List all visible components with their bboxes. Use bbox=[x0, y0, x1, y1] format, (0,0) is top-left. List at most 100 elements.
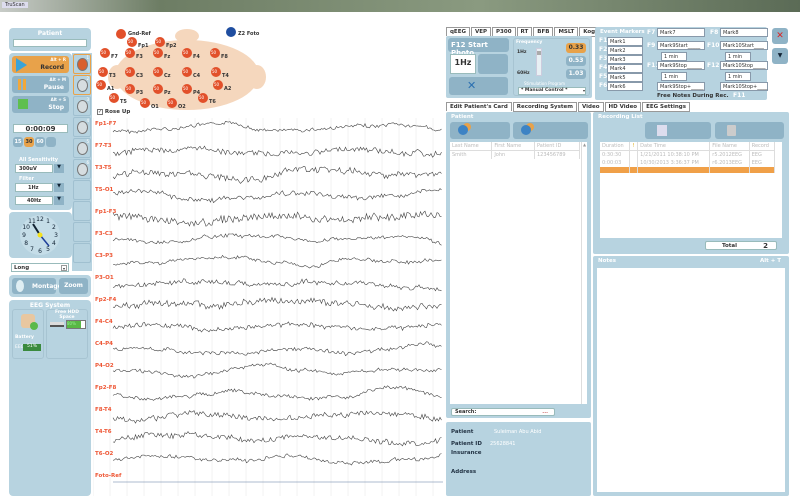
montage-3-button[interactable]: 3 bbox=[73, 96, 91, 116]
montage-empty-slot[interactable] bbox=[73, 180, 91, 200]
marker-5[interactable]: Mark5 bbox=[607, 73, 643, 82]
marker-7[interactable]: Mark7 bbox=[657, 28, 705, 37]
pause-button[interactable]: Alt + M Pause bbox=[12, 76, 69, 93]
tab-eeg-settings[interactable]: EEG Settings bbox=[642, 102, 690, 112]
rose-up-checkbox[interactable]: ✓ Rose Up bbox=[97, 109, 130, 115]
sensitivity-select[interactable]: 300uV ▼ bbox=[15, 164, 64, 173]
marker-9-stop-duration[interactable]: 1 min bbox=[661, 72, 687, 81]
tab-edit-patient-s-card[interactable]: Edit Patient's Card bbox=[446, 102, 512, 111]
foto-electrode[interactable] bbox=[226, 27, 236, 37]
electrode-t6[interactable]: 50 bbox=[198, 93, 208, 103]
column-header[interactable]: ! bbox=[629, 142, 639, 151]
electrode-f8[interactable]: 50 bbox=[210, 48, 220, 58]
electrode-fp2[interactable]: 50 bbox=[155, 37, 165, 47]
marker-8[interactable]: Mark8 bbox=[720, 28, 768, 37]
marker-10-duration[interactable]: 1 min bbox=[725, 52, 751, 61]
column-header[interactable]: Date Time bbox=[637, 142, 711, 151]
record-button[interactable]: Alt + R Record bbox=[12, 56, 69, 73]
timebase-30[interactable]: 30 bbox=[24, 137, 34, 147]
marker-10-start[interactable]: Mark10Start____ bbox=[720, 41, 768, 50]
column-header[interactable]: First Name bbox=[491, 142, 535, 151]
electrode-fp1[interactable]: 50 bbox=[127, 37, 137, 47]
frequency-slider[interactable] bbox=[536, 48, 542, 76]
marker-10-stop-duration[interactable]: 1 min bbox=[725, 72, 751, 81]
tab-hd-video[interactable]: HD Video bbox=[604, 102, 642, 112]
chevron-down-icon[interactable]: ▼ bbox=[54, 183, 64, 192]
program-select[interactable]: * Manual Control * ▾ bbox=[518, 87, 586, 95]
column-header[interactable]: Record bbox=[749, 142, 776, 151]
chevron-down-icon[interactable]: ▼ bbox=[772, 48, 788, 64]
electrode-t4[interactable]: 50 bbox=[211, 67, 221, 77]
electrode-a2[interactable]: 50 bbox=[213, 80, 223, 90]
table-row[interactable]: 0:00:03 10/30/2013 3:36:37 PM r6.2013EEG EE… bbox=[600, 159, 776, 167]
scrollbar[interactable]: ▲ bbox=[581, 142, 587, 404]
timebase-15[interactable]: 15 bbox=[13, 137, 23, 147]
tab-recording-system[interactable]: Recording System bbox=[512, 102, 577, 112]
table-row[interactable]: Smith John 123456789 bbox=[450, 150, 581, 159]
low-filter-select[interactable]: 1Hz ▼ bbox=[15, 183, 64, 192]
montage-empty-slot[interactable] bbox=[73, 201, 91, 221]
montage-empty-slot[interactable] bbox=[73, 243, 91, 263]
marker-10-stop[interactable]: Mark10Stop_____ bbox=[720, 61, 768, 70]
gnd-ref-electrode[interactable] bbox=[116, 29, 126, 39]
marker-2[interactable]: Mark2 bbox=[607, 46, 643, 55]
timebase-extra[interactable] bbox=[46, 137, 56, 147]
column-header[interactable]: File Name bbox=[709, 142, 750, 151]
marker-1[interactable]: Mark1 bbox=[607, 37, 643, 46]
zoom-button[interactable]: Zoom bbox=[59, 278, 88, 294]
montage-1-button[interactable]: 1 bbox=[73, 54, 91, 74]
electrode-pz[interactable]: 50 bbox=[153, 84, 163, 94]
electrode-o1[interactable]: 50 bbox=[140, 98, 150, 108]
close-icon[interactable]: ✕ bbox=[772, 28, 788, 44]
chevron-down-icon[interactable]: ▼ bbox=[54, 164, 64, 173]
table-row[interactable]: 0:30:30 1/21/2011 10:38:10 PM r5.2012EEG EE… bbox=[600, 150, 776, 159]
mode-select[interactable]: Long ▾ bbox=[11, 263, 69, 272]
electrode-fz[interactable]: 50 bbox=[153, 48, 163, 58]
electrode-p3[interactable]: 50 bbox=[125, 84, 135, 94]
marker-4[interactable]: Mark4 bbox=[607, 64, 643, 73]
open-recording-button[interactable] bbox=[645, 122, 711, 139]
marker-9-stop[interactable]: Mark9Stop______ bbox=[657, 61, 705, 70]
montage-5-button[interactable]: 5 bbox=[73, 138, 91, 158]
marker-9-start[interactable]: Mark9Start_____ bbox=[657, 41, 705, 50]
notes-textarea[interactable] bbox=[597, 268, 785, 492]
freq-preset-0.33[interactable]: 0.33 bbox=[566, 43, 586, 53]
electrode-t3[interactable]: 50 bbox=[98, 67, 108, 77]
freq-preset-1.03[interactable]: 1.03 bbox=[566, 69, 586, 79]
chevron-down-icon[interactable]: ▼ bbox=[54, 196, 64, 205]
column-header[interactable]: Patient ID bbox=[534, 142, 581, 151]
search-field[interactable]: Search:... bbox=[451, 408, 555, 416]
settings-button[interactable]: ✕ bbox=[449, 77, 508, 95]
free-notes-label[interactable]: Free Notes During Rec. bbox=[657, 93, 729, 99]
electrode-cz[interactable]: 50 bbox=[153, 67, 163, 77]
montage-6-button[interactable]: 6 bbox=[73, 159, 91, 179]
freq-preset-0.53[interactable]: 0.53 bbox=[566, 56, 586, 66]
marker-10-stop-plus[interactable]: Mark10Stop+____ bbox=[720, 82, 768, 91]
electrode-p4[interactable]: 50 bbox=[182, 84, 192, 94]
start-photo-button[interactable]: F12 Start Photo bbox=[448, 38, 509, 57]
marker-9-stop-plus[interactable]: Mark9Stop+_____ bbox=[657, 82, 705, 91]
electrode-f7[interactable]: 50 bbox=[100, 48, 110, 58]
tab-video[interactable]: Video bbox=[578, 102, 604, 112]
eeg-trace-area[interactable] bbox=[93, 118, 443, 496]
edit-patient-button[interactable] bbox=[513, 122, 588, 139]
stim-tab-qeeg[interactable]: qEEG bbox=[446, 27, 470, 36]
add-patient-button[interactable] bbox=[450, 122, 510, 139]
patient-field[interactable] bbox=[13, 39, 87, 47]
electrode-a1[interactable]: 50 bbox=[96, 80, 106, 90]
montage-2-button[interactable]: 2 bbox=[73, 75, 91, 95]
marker-9-duration[interactable]: 1 min bbox=[661, 52, 687, 61]
stop-button[interactable]: Alt + S Stop bbox=[12, 96, 69, 113]
electrode-o2[interactable]: 50 bbox=[167, 98, 177, 108]
montage-4-button[interactable]: 4 bbox=[73, 117, 91, 137]
electrode-c4[interactable]: 50 bbox=[182, 67, 192, 77]
marker-6[interactable]: Mark6 bbox=[607, 82, 643, 91]
column-header[interactable]: Duration bbox=[600, 142, 631, 151]
montage-button[interactable]: Montage bbox=[12, 278, 62, 294]
electrode-c3[interactable]: 50 bbox=[125, 67, 135, 77]
marker-3[interactable]: Mark3 bbox=[607, 55, 643, 64]
photo-option-button[interactable] bbox=[478, 54, 508, 74]
chevron-down-icon[interactable]: ▾ bbox=[61, 265, 67, 271]
electrode-f3[interactable]: 50 bbox=[125, 48, 135, 58]
electrode-f4[interactable]: 50 bbox=[182, 48, 192, 58]
